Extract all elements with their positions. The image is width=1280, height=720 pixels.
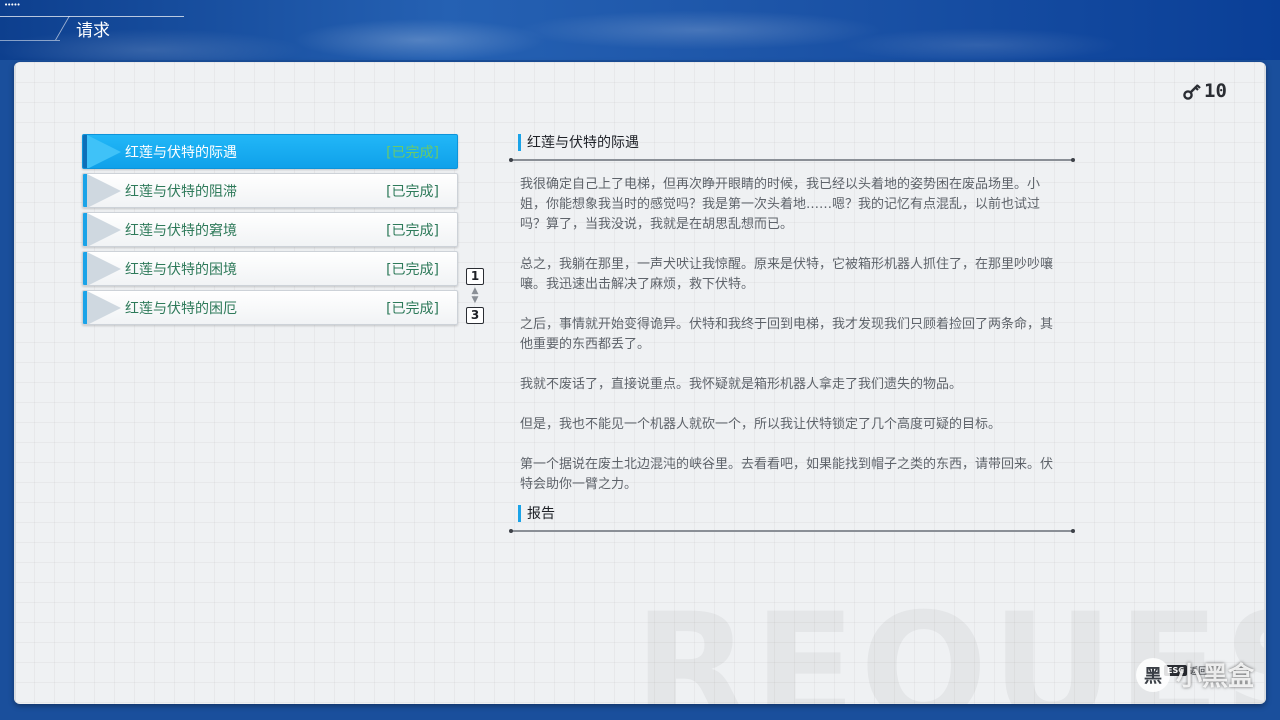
quest-list: 红莲与伏特的际遇 [已完成] 红莲与伏特的阻滞 [已完成] 红莲与伏特的窘境 [… bbox=[82, 134, 458, 329]
report-section: 报告 bbox=[509, 503, 1075, 533]
report-title: 报告 bbox=[527, 506, 555, 522]
quest-item-1[interactable]: 红莲与伏特的际遇 [已完成] bbox=[82, 134, 458, 169]
title-accent-bar bbox=[518, 133, 521, 151]
detail-header: 红莲与伏特的际遇 bbox=[518, 132, 1074, 152]
page-title: 请求 bbox=[76, 21, 110, 41]
signal-indicator: ••••• bbox=[4, 1, 21, 9]
quest-item-3[interactable]: 红莲与伏特的窘境 [已完成] bbox=[82, 212, 458, 247]
page-indicator[interactable]: 1 ▲ ▼ 3 bbox=[464, 268, 486, 324]
detail-paragraph: 总之，我躺在那里，一声犬吠让我惊醒。原来是伏特，它被箱形机器人抓住了，在那里吵吵… bbox=[520, 257, 1054, 292]
brand-watermark: 黑 小黑盒 bbox=[1136, 656, 1254, 693]
brand-logo-icon: 黑 bbox=[1136, 657, 1170, 692]
page-current: 1 bbox=[466, 268, 484, 285]
detail-paragraph: 我很确定自己上了电梯，但再次睁开眼睛的时候，我已经以头着地的姿势困在废品场里。小… bbox=[520, 177, 1041, 232]
quest-status: [已完成] bbox=[386, 261, 439, 278]
quest-arrow-icon bbox=[87, 213, 121, 246]
key-icon bbox=[1183, 84, 1201, 100]
report-header: 报告 bbox=[518, 503, 1074, 523]
panel-edge-left bbox=[14, 62, 16, 704]
quest-detail: 红莲与伏特的际遇 我很确定自己上了电梯，但再次睁开眼睛的时候，我已经以头着地的姿… bbox=[509, 132, 1075, 533]
brand-text: 小黑盒 bbox=[1176, 662, 1255, 692]
quest-name: 红莲与伏特的困境 bbox=[125, 261, 237, 278]
quest-name: 红莲与伏特的窘境 bbox=[125, 222, 237, 239]
panel-edge-right bbox=[1264, 62, 1266, 704]
detail-paragraph: 第一个据说在废土北边混沌的峡谷里。去看看吧，如果能找到帽子之类的东西，请带回来。… bbox=[520, 457, 1054, 492]
quest-arrow-icon bbox=[87, 252, 121, 285]
main-panel: REQUEST 10 红莲与伏特的际遇 [已完成] 红莲与伏特的阻滞 [已完成]… bbox=[14, 62, 1266, 704]
quest-name: 红莲与伏特的际遇 bbox=[125, 144, 237, 161]
quest-name: 红莲与伏特的困厄 bbox=[125, 300, 237, 317]
quest-arrow-icon bbox=[87, 291, 121, 324]
quest-status: [已完成] bbox=[386, 300, 439, 317]
detail-paragraph: 但是，我也不能见一个机器人就砍一个，所以我让伏特锁定了几个高度可疑的目标。 bbox=[520, 417, 1002, 432]
quest-status: [已完成] bbox=[386, 144, 439, 161]
detail-paragraph: 我就不废话了，直接说重点。我怀疑就是箱形机器人拿走了我们遗失的物品。 bbox=[520, 377, 963, 392]
detail-divider bbox=[509, 158, 1075, 162]
quest-status: [已完成] bbox=[386, 222, 439, 239]
quest-item-2[interactable]: 红莲与伏特的阻滞 [已完成] bbox=[82, 173, 458, 208]
quest-item-4[interactable]: 红莲与伏特的困境 [已完成] bbox=[82, 251, 458, 286]
quest-arrow-icon bbox=[87, 135, 121, 168]
detail-body: 我很确定自己上了电梯，但再次睁开眼睛的时候，我已经以头着地的姿势困在废品场里。小… bbox=[520, 175, 1060, 495]
quest-item-5[interactable]: 红莲与伏特的困厄 [已完成] bbox=[82, 290, 458, 325]
header-banner: ••••• 请求 bbox=[0, 0, 1280, 60]
detail-title: 红莲与伏特的际遇 bbox=[527, 135, 639, 151]
title-accent-bar bbox=[518, 504, 521, 522]
header-line-lower bbox=[0, 40, 60, 41]
quest-arrow-icon bbox=[87, 174, 121, 207]
page-updown-icon[interactable]: ▲ ▼ bbox=[464, 287, 486, 305]
report-divider bbox=[509, 529, 1075, 533]
page-total: 3 bbox=[466, 307, 484, 324]
key-count: 10 bbox=[1204, 80, 1227, 102]
quest-name: 红莲与伏特的阻滞 bbox=[125, 183, 237, 200]
key-counter: 10 bbox=[1182, 80, 1227, 102]
detail-paragraph: 之后，事情就开始变得诡异。伏特和我终于回到电梯，我才发现我们只顾着捡回了两条命，… bbox=[520, 317, 1054, 352]
quest-status: [已完成] bbox=[386, 183, 439, 200]
